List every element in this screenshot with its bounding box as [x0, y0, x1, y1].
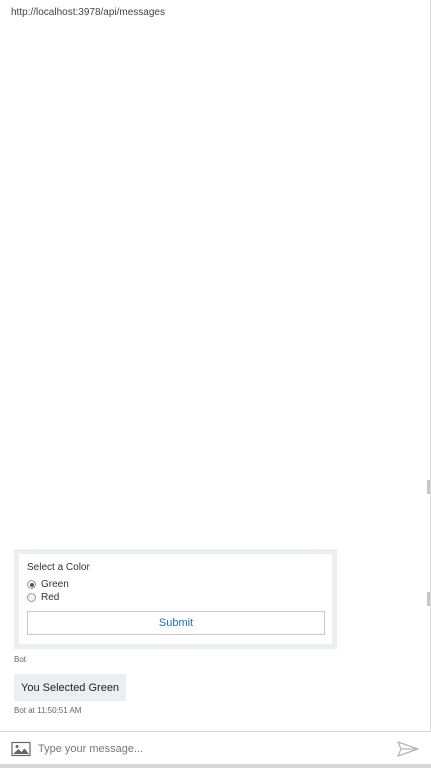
send-icon[interactable] — [397, 740, 419, 758]
scrollbar-marker[interactable] — [427, 480, 430, 494]
radio-option-green[interactable]: Green — [27, 578, 324, 591]
message-timestamp: Bot at 11:50:51 AM — [14, 706, 82, 715]
radio-option-red[interactable]: Red — [27, 591, 324, 604]
message-input[interactable] — [38, 738, 378, 760]
scrollbar-marker[interactable] — [427, 592, 430, 606]
card-sender-label: Bot — [14, 655, 27, 664]
message-text: You Selected Green — [21, 681, 120, 694]
adaptive-card-bubble: Select a Color Green Red Submit — [14, 549, 337, 649]
message-composer — [0, 731, 431, 768]
endpoint-url: http://localhost:3978/api/messages — [11, 7, 165, 18]
radio-label: Green — [41, 579, 69, 590]
adaptive-card: Select a Color Green Red Submit — [19, 554, 332, 644]
image-upload-icon[interactable] — [10, 740, 32, 758]
bot-message-bubble: You Selected Green — [14, 674, 127, 701]
card-title: Select a Color — [27, 562, 90, 573]
radio-button-checked[interactable] — [27, 580, 36, 589]
radio-button[interactable] — [27, 593, 36, 602]
submit-button[interactable]: Submit — [27, 611, 325, 635]
radio-label: Red — [41, 592, 60, 603]
chat-window: http://localhost:3978/api/messages Selec… — [0, 0, 431, 768]
